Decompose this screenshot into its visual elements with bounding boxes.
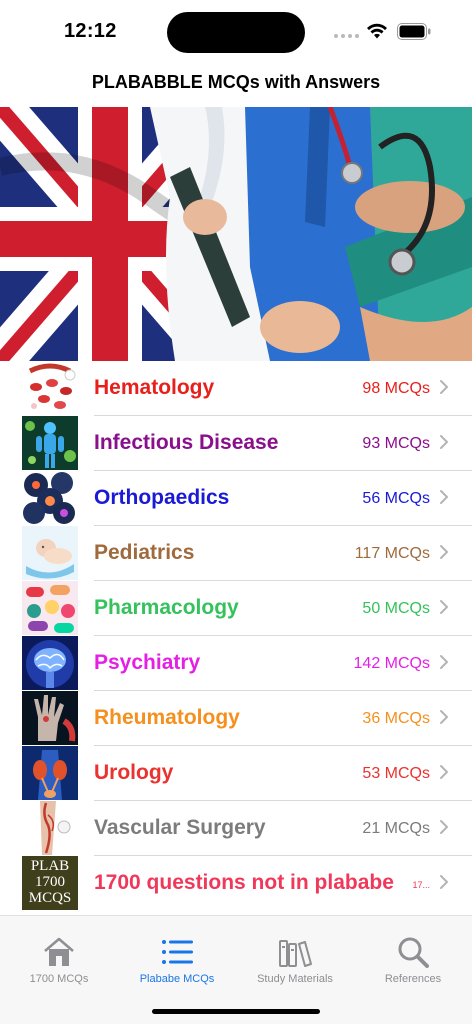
question-count: 93 MCQs: [362, 435, 430, 452]
page-title: PLABABBLE MCQs with Answers: [91, 72, 381, 92]
category-label: 1700 questions not in plababe: [94, 871, 394, 894]
chevron-right-icon: [440, 765, 448, 779]
home-indicator[interactable]: [152, 1009, 320, 1014]
chevron-right-icon: [440, 435, 448, 449]
list-item-psychiatry[interactable]: Psychiatry 142 MCQs: [0, 636, 472, 691]
list-item-pharmacology[interactable]: Pharmacology 50 MCQs: [0, 581, 472, 636]
tab-label: References: [384, 973, 442, 985]
status-bar: 12:12: [0, 0, 472, 62]
question-count: 56 MCQs: [362, 490, 430, 507]
tab-label: Study Materials: [257, 973, 333, 985]
question-count: 142 MCQs: [353, 655, 430, 672]
thumb-text-line: MCQS: [28, 890, 72, 906]
cellular-signal-icon: [334, 34, 360, 40]
list-item-urology[interactable]: Urology 53 MCQs: [0, 746, 472, 801]
leg-veins-thumbnail: [22, 801, 78, 855]
list-item-infectious-disease[interactable]: Infectious Disease 93 MCQs: [0, 416, 472, 471]
category-label: Vascular Surgery: [94, 816, 266, 839]
chevron-right-icon: [440, 820, 448, 834]
list-item-rheumatology[interactable]: Rheumatology 36 MCQs: [0, 691, 472, 746]
question-count: 17...: [412, 880, 430, 890]
battery-icon: [397, 23, 431, 40]
pills-thumbnail: [22, 581, 78, 635]
kidney-thumbnail: [22, 746, 78, 800]
tab-study-materials[interactable]: Study Materials: [236, 916, 354, 996]
books-icon: [279, 940, 312, 967]
blood-cells-thumbnail: [22, 361, 78, 415]
union-jack-doctors-banner: [0, 107, 472, 361]
tab-plababe-mcqs[interactable]: Plababe MCQs: [118, 916, 236, 996]
question-count: 98 MCQs: [362, 380, 430, 397]
tab-bar: 1700 MCQs Plababe MCQs Study Materials R…: [0, 915, 472, 1024]
search-icon: [398, 937, 429, 968]
chevron-right-icon: [440, 710, 448, 724]
chevron-right-icon: [440, 600, 448, 614]
baby-thumbnail: [22, 526, 78, 580]
list-item-1700-questions[interactable]: PLAB 1700 MCQS 1700 questions not in pla…: [0, 856, 472, 911]
thumb-text-line: 1700: [35, 874, 65, 890]
category-label: Hematology: [94, 376, 215, 399]
category-label: Rheumatology: [94, 706, 240, 729]
chevron-right-icon: [440, 655, 448, 669]
question-count: 117 MCQs: [354, 545, 430, 562]
question-count: 53 MCQs: [362, 765, 430, 782]
list-item-orthopaedics[interactable]: Orthopaedics 56 MCQs: [0, 471, 472, 526]
tab-1700-mcqs[interactable]: 1700 MCQs: [0, 916, 118, 996]
brain-thumbnail: [22, 636, 78, 690]
category-label: Pediatrics: [94, 541, 195, 564]
wifi-icon: [367, 23, 387, 39]
chevron-right-icon: [440, 875, 448, 889]
virus-body-thumbnail: [22, 416, 78, 470]
category-label: Orthopaedics: [94, 486, 230, 509]
chevron-right-icon: [440, 380, 448, 394]
thumb-text-line: PLAB: [30, 858, 70, 874]
home-icon: [44, 937, 74, 966]
question-count: 36 MCQs: [362, 710, 430, 727]
tab-references[interactable]: References: [354, 916, 472, 996]
hero-banner-image: [0, 107, 472, 361]
list-icon: [162, 940, 193, 964]
tab-label: Plababe MCQs: [139, 973, 215, 985]
category-label: Urology: [94, 761, 174, 784]
category-label: Infectious Disease: [94, 431, 279, 454]
chevron-right-icon: [440, 490, 448, 504]
status-time: 12:12: [64, 20, 117, 42]
hand-xray-thumbnail: [22, 691, 78, 745]
category-label: Psychiatry: [94, 651, 201, 674]
list-item-hematology[interactable]: Hematology 98 MCQs: [0, 361, 472, 416]
list-item-vascular-surgery[interactable]: Vascular Surgery 21 MCQs: [0, 801, 472, 856]
chevron-right-icon: [440, 545, 448, 559]
question-count: 50 MCQs: [362, 600, 430, 617]
list-item-pediatrics[interactable]: Pediatrics 117 MCQs: [0, 526, 472, 581]
plab-1700-thumbnail: PLAB 1700 MCQS: [22, 856, 78, 910]
question-count: 21 MCQs: [362, 820, 430, 837]
tab-label: 1700 MCQs: [29, 973, 89, 985]
joints-thumbnail: [22, 471, 78, 525]
category-list: Hematology 98 MCQs Infectious Disease 93…: [0, 361, 472, 911]
category-label: Pharmacology: [94, 596, 239, 619]
dynamic-island: [167, 12, 305, 53]
